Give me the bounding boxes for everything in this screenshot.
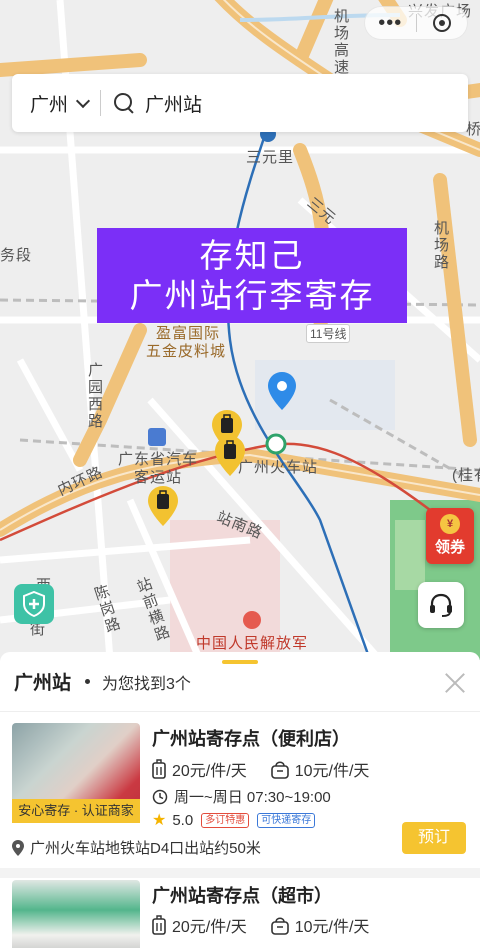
- headset-icon: [430, 593, 452, 617]
- store-name: 广州站寄存点（超市）: [152, 886, 332, 906]
- more-menu-button[interactable]: •••: [365, 6, 416, 40]
- map-label-guangyuan: 广园西路: [86, 362, 103, 430]
- clock-icon: [152, 789, 168, 804]
- coin-icon: ¥: [440, 514, 460, 534]
- map-label-airport-hwy: 机场高速: [332, 8, 349, 76]
- locker-marker-icon[interactable]: [148, 486, 178, 526]
- store-thumbnail: [12, 880, 140, 948]
- map-label-railway: 广州火车站: [238, 459, 319, 476]
- book-button[interactable]: 预订: [402, 822, 466, 854]
- tag-discount: 多订特惠: [201, 812, 250, 828]
- banner-line2: 广州站行李寄存: [129, 277, 375, 314]
- search-bar: 广州: [12, 74, 468, 132]
- rating-value: 5.0: [172, 811, 194, 829]
- address-text: 广州火车站地铁站D4口出站约50米: [30, 840, 261, 857]
- map-label-airport-rd: 机场路: [432, 220, 449, 271]
- search-input[interactable]: [145, 92, 446, 114]
- bag-icon: [270, 917, 289, 935]
- suitcase-icon: [152, 759, 166, 779]
- results-sheet: 广州站 为您找到3个 安心寄存 · 认证商家 广州站寄存点（便利店） 20元/件…: [0, 652, 480, 948]
- price-row: 20元/件/天 10元/件/天: [152, 757, 369, 781]
- price-row: 20元/件/天 10元/件/天: [152, 913, 369, 937]
- tag-express: 可快递寄存: [257, 812, 316, 828]
- locker-marker-icon[interactable]: [215, 436, 245, 476]
- rating-row: ★ 5.0 多订特惠 可快递寄存: [152, 810, 316, 830]
- search-divider: [100, 90, 102, 116]
- map-label-sanyuanli: 三元里: [246, 149, 295, 166]
- city-selector[interactable]: 广州: [30, 90, 91, 117]
- hours-text: 周一~周日 07:30~19:00: [174, 789, 331, 806]
- shield-plus-icon: [23, 591, 45, 617]
- bag-icon: [270, 761, 289, 779]
- suitcase-icon: [152, 915, 166, 935]
- close-icon[interactable]: [444, 672, 466, 694]
- mini-program-capsule: •••: [364, 6, 468, 40]
- separator-dot: [85, 679, 91, 684]
- price-large: 10元/件/天: [294, 763, 370, 780]
- star-icon: ★: [152, 812, 167, 829]
- hours-row: 周一~周日 07:30~19:00: [152, 786, 331, 807]
- search-icon: [113, 92, 135, 114]
- map-label-line11: 11号线: [306, 324, 351, 343]
- map-label-bus2: 客运站: [134, 469, 183, 486]
- price-small: 20元/件/天: [172, 763, 247, 780]
- map-pin-icon: [12, 839, 24, 856]
- chevron-down-icon: [75, 93, 91, 108]
- safety-shield-button[interactable]: [14, 584, 54, 624]
- record-circle-icon: [432, 14, 451, 32]
- location-pin-icon[interactable]: [268, 372, 296, 410]
- address-row: 广州火车站地铁站D4口出站约50米: [12, 837, 261, 858]
- map-label-guigang: (桂有: [452, 467, 480, 484]
- store-card[interactable]: 安心寄存 · 认证商家 广州站寄存点（便利店） 20元/件/天 10元/件/天 …: [0, 713, 480, 863]
- result-count: 为您找到3个: [102, 675, 191, 693]
- exit-button[interactable]: [417, 14, 468, 32]
- customer-service-button[interactable]: [418, 582, 464, 628]
- card-divider: [0, 868, 480, 878]
- city-label: 广州: [30, 94, 69, 116]
- price-small: 20元/件/天: [172, 919, 247, 936]
- promo-banner: 存知己 广州站行李寄存: [97, 228, 407, 323]
- store-name: 广州站寄存点（便利店）: [152, 729, 350, 749]
- trust-badge: 安心寄存 · 认证商家: [12, 799, 140, 823]
- map-label-hardware: 五金皮料城: [146, 343, 227, 360]
- store-card[interactable]: 广州站寄存点（超市） 20元/件/天 10元/件/天: [0, 878, 480, 948]
- banner-line1: 存知己: [199, 237, 305, 274]
- map-label-qiao: 桥: [466, 121, 480, 138]
- map-label-hospital: 中国人民解放军: [196, 635, 309, 652]
- sheet-title: 广州站: [14, 673, 72, 694]
- coupon-button[interactable]: ¥ 领券: [426, 508, 474, 564]
- map-label-wuduan: 务段: [0, 247, 33, 264]
- coupon-label: 领券: [434, 539, 465, 556]
- price-large: 10元/件/天: [294, 919, 370, 936]
- sheet-drag-handle[interactable]: [222, 660, 258, 664]
